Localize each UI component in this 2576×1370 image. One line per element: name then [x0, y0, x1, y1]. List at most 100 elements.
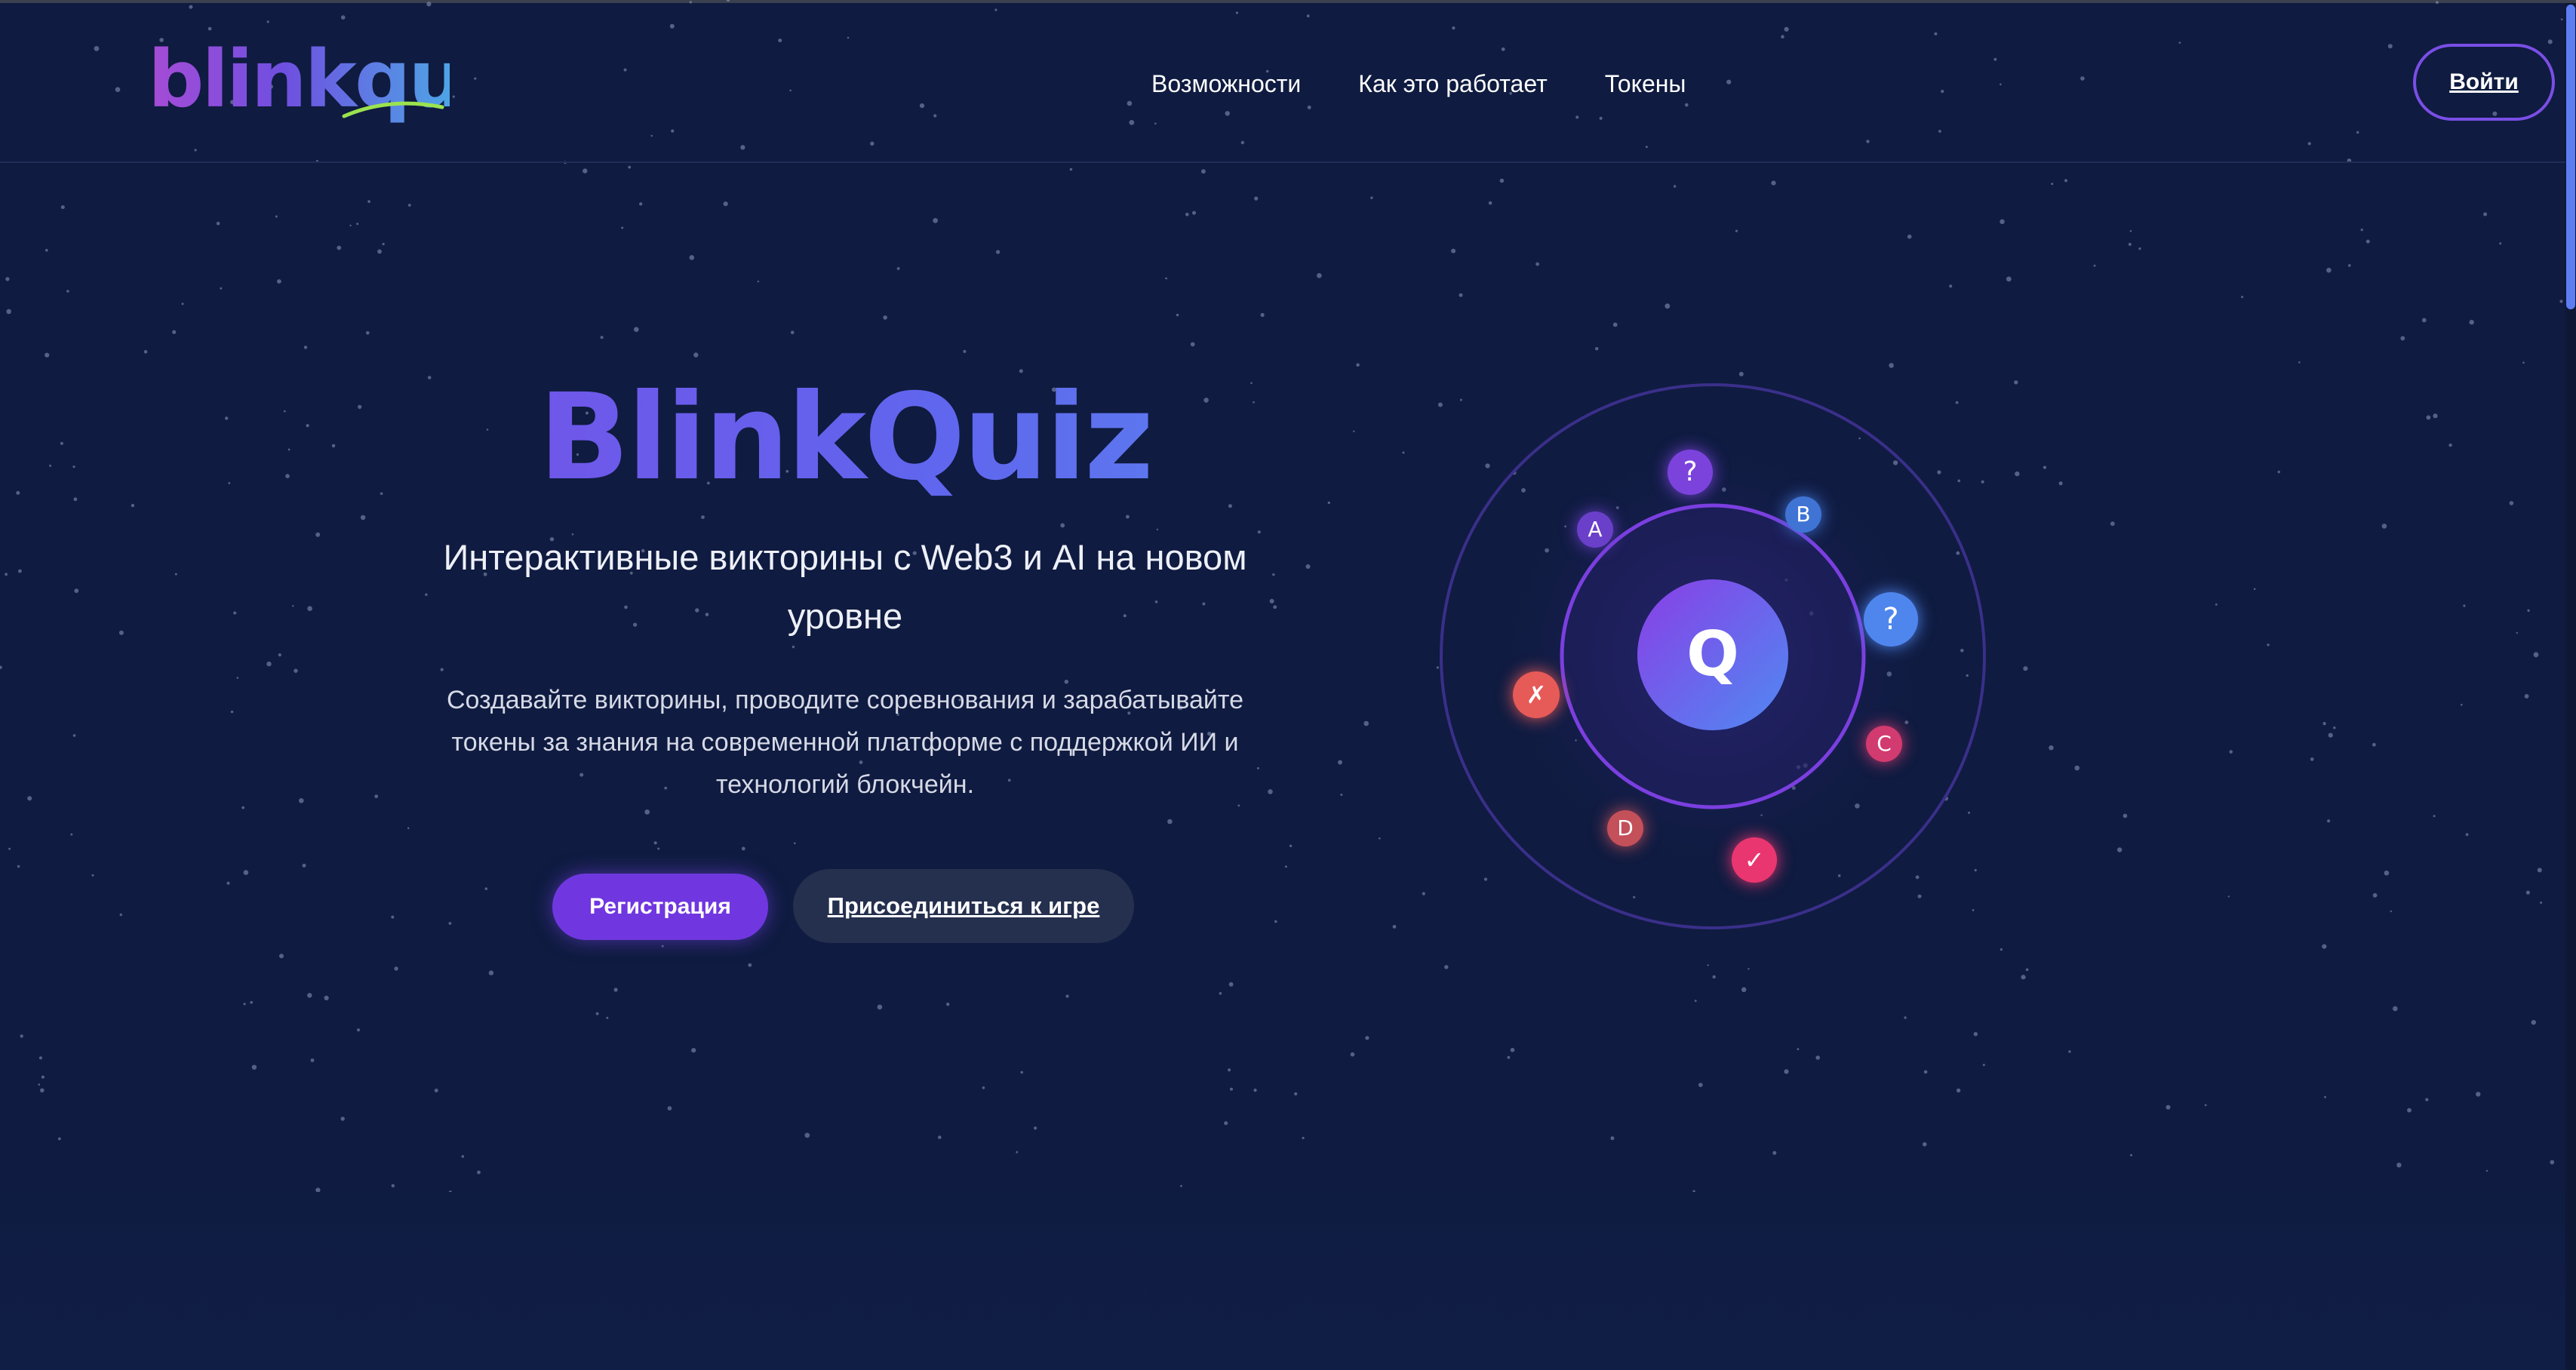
star: [5, 573, 8, 576]
star: [583, 168, 588, 174]
star: [2049, 745, 2054, 751]
star: [45, 352, 50, 358]
star: [606, 1016, 609, 1019]
star: [302, 863, 306, 868]
star: [251, 1064, 257, 1070]
star: [1499, 178, 1505, 183]
star: [2324, 1095, 2326, 1098]
star: [407, 204, 411, 207]
star: [461, 1155, 465, 1158]
star: [2525, 890, 2530, 895]
star: [2465, 833, 2469, 837]
star: [1923, 1070, 1928, 1074]
star: [337, 245, 342, 250]
star: [66, 290, 69, 293]
star: [57, 1137, 61, 1141]
star: [230, 710, 234, 714]
star: [2426, 415, 2431, 420]
nav-link-features[interactable]: Возможности: [1151, 63, 1301, 104]
star: [701, 515, 705, 519]
star: [307, 993, 312, 998]
star: [2006, 276, 2012, 282]
star: [639, 202, 643, 206]
star: [294, 668, 298, 673]
center-q-icon: Q: [1686, 619, 1739, 690]
star: [877, 1004, 883, 1010]
login-button[interactable]: Войти: [2413, 44, 2555, 121]
star: [18, 569, 22, 573]
star: [689, 255, 695, 260]
star: [2310, 757, 2314, 761]
scrollbar-thumb[interactable]: [2566, 5, 2575, 309]
star: [2381, 524, 2387, 529]
star: [374, 794, 379, 798]
star: [216, 221, 220, 226]
star: [2000, 219, 2005, 224]
star: [38, 1056, 43, 1060]
star: [226, 881, 230, 885]
star: [1190, 342, 1195, 347]
star: [391, 1184, 395, 1188]
star: [757, 280, 760, 283]
star: [644, 809, 650, 815]
star: [357, 1028, 360, 1032]
register-button[interactable]: Регистрация: [552, 874, 768, 940]
star: [691, 1048, 696, 1053]
star: [131, 503, 135, 508]
star: [2166, 1104, 2171, 1110]
orbit-bubble-cross-icon: ✗: [1513, 671, 1560, 718]
star: [2043, 465, 2046, 469]
star: [394, 966, 398, 971]
hero-title: BlinkQuiz: [257, 362, 1434, 513]
star: [595, 1012, 599, 1015]
star: [225, 416, 229, 420]
star: [2093, 264, 2096, 267]
star: [243, 1003, 246, 1006]
nav-link-tokens[interactable]: Токены: [1605, 63, 1686, 104]
star: [49, 464, 52, 467]
star: [1219, 992, 1222, 995]
star: [2483, 212, 2488, 217]
star: [1284, 865, 1287, 868]
star: [72, 734, 76, 737]
star: [340, 1117, 345, 1121]
nav-link-how-it-works[interactable]: Как это работает: [1358, 63, 1547, 104]
star: [2064, 179, 2067, 183]
blinkquiz-logo[interactable]: blinkquiz: [148, 30, 533, 128]
star: [266, 661, 272, 667]
star: [2074, 765, 2080, 771]
star: [72, 465, 75, 468]
star: [2476, 1092, 2481, 1097]
star: [1069, 167, 1073, 171]
star: [1422, 892, 1425, 895]
star: [996, 250, 1001, 254]
star: [883, 315, 887, 320]
logo-swoosh-icon: [342, 101, 444, 118]
star: [741, 846, 745, 851]
star: [1510, 1048, 1515, 1052]
orbit-bubble-check-icon: ✓: [1732, 837, 1777, 883]
star: [60, 441, 63, 445]
star: [2322, 722, 2326, 726]
star: [1392, 925, 1397, 929]
star: [2110, 521, 2115, 527]
star: [228, 482, 231, 484]
star: [1815, 1055, 1820, 1060]
star: [2328, 733, 2333, 738]
star: [653, 841, 657, 845]
star: [377, 249, 382, 254]
star: [2407, 1107, 2412, 1113]
star: [2509, 501, 2514, 505]
star: [2372, 892, 2378, 898]
star: [38, 1083, 41, 1086]
star: [933, 218, 938, 223]
join-game-button[interactable]: Присоединиться к игре: [793, 869, 1134, 943]
orbit-bubble-letter-b: B: [1785, 496, 1821, 533]
star: [790, 330, 795, 335]
star: [243, 870, 249, 875]
star: [1365, 1036, 1369, 1040]
star: [667, 1106, 672, 1110]
star: [2516, 631, 2518, 634]
star: [2068, 1050, 2071, 1053]
star: [2393, 1006, 2398, 1012]
